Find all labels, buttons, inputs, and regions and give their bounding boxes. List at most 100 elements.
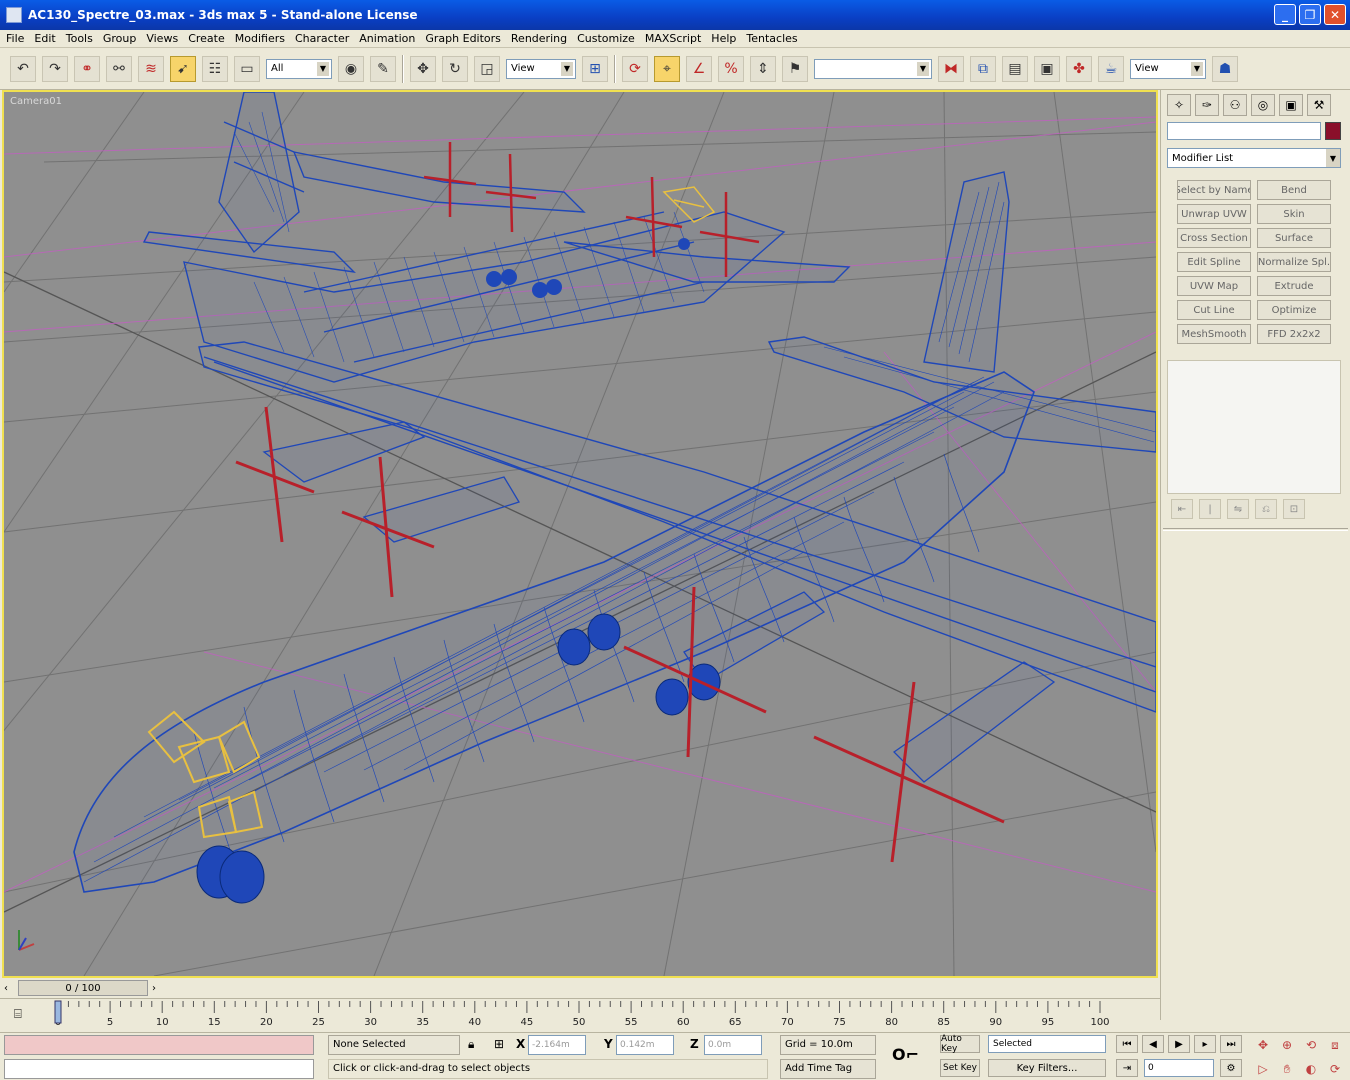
menu-maxscript[interactable]: MAXScript — [645, 32, 701, 45]
remove-modifier-icon[interactable]: ⎌ — [1255, 499, 1277, 519]
modifier-list-dropdown[interactable]: Modifier List ▼ — [1167, 148, 1341, 168]
next-frame-icon[interactable]: ▸ — [1194, 1035, 1216, 1053]
restore-button[interactable]: ❐ — [1299, 4, 1321, 25]
menu-tools[interactable]: Tools — [66, 32, 93, 45]
modifier-button[interactable]: Normalize Spl. — [1257, 252, 1331, 272]
viewport-label[interactable]: Camera01 — [10, 96, 62, 107]
menu-rendering[interactable]: Rendering — [511, 32, 567, 45]
window-crossing-icon[interactable]: ◉ — [338, 55, 364, 82]
chevron-left-icon[interactable]: ‹ — [4, 983, 8, 994]
menu-group[interactable]: Group — [103, 32, 137, 45]
current-time-marker[interactable] — [54, 1000, 62, 1024]
play-icon[interactable]: ▶ — [1168, 1035, 1190, 1053]
modifier-button[interactable]: UVW Map — [1177, 276, 1251, 296]
tab-create-icon[interactable]: ✧ — [1167, 94, 1191, 116]
tab-modify-icon[interactable]: ✑ — [1195, 94, 1219, 116]
menu-modifiers[interactable]: Modifiers — [235, 32, 285, 45]
object-name-field[interactable] — [1167, 122, 1321, 140]
key-mode-toggle-icon[interactable]: ⇥ — [1116, 1059, 1138, 1077]
angle-snap-icon[interactable]: ∠ — [686, 55, 712, 82]
current-frame-field[interactable]: 0 — [1144, 1059, 1214, 1077]
select-object-icon[interactable]: ➹ — [170, 55, 196, 82]
select-by-name-icon[interactable]: ☷ — [202, 55, 228, 82]
track-bar[interactable]: 0510152025303540455055606570758085909510… — [0, 998, 1160, 1032]
menu-customize[interactable]: Customize — [577, 32, 635, 45]
y-coord-field[interactable]: 0.142m — [616, 1035, 674, 1055]
time-slider[interactable]: 0 / 100 — [18, 980, 148, 996]
align-icon[interactable]: ⧉ — [970, 55, 996, 82]
menu-tentacles[interactable]: Tentacles — [746, 32, 797, 45]
quick-render-icon[interactable]: ☗ — [1212, 55, 1238, 82]
menu-character[interactable]: Character — [295, 32, 349, 45]
x-coord-field[interactable]: -2.164m — [528, 1035, 586, 1055]
absolute-mode-icon[interactable]: ⊞ — [494, 1037, 504, 1051]
add-time-tag[interactable]: Add Time Tag — [780, 1059, 876, 1079]
redo-icon[interactable]: ↷ — [42, 55, 68, 82]
render-scene-icon[interactable]: ☕ — [1098, 55, 1124, 82]
time-config-icon[interactable]: ⚙ — [1220, 1059, 1242, 1077]
modifier-button[interactable]: Extrude — [1257, 276, 1331, 296]
mini-curve-editor-icon[interactable]: ⌸ — [14, 1007, 22, 1022]
auto-key-button[interactable]: Auto Key — [940, 1034, 980, 1054]
render-type-dropdown[interactable]: View ▼ — [1130, 58, 1206, 79]
rect-selection-icon[interactable]: ▭ — [234, 55, 260, 82]
menu-animation[interactable]: Animation — [359, 32, 415, 45]
ref-coord-dropdown[interactable]: View ▼ — [506, 58, 576, 79]
undo-icon[interactable]: ↶ — [10, 55, 36, 82]
mirror-icon[interactable]: ⧓ — [938, 55, 964, 82]
set-key-button[interactable]: Set Key — [940, 1059, 980, 1077]
curve-editor-icon[interactable]: ▤ — [1002, 55, 1028, 82]
zoom-icon[interactable]: ✥ — [1252, 1035, 1274, 1055]
select-move-pivot-icon[interactable]: ✎ — [370, 55, 396, 82]
modifier-button[interactable]: Surface — [1257, 228, 1331, 248]
modifier-button[interactable]: Skin — [1257, 204, 1331, 224]
modifier-button[interactable]: MeshSmooth — [1177, 324, 1251, 344]
tab-hierarchy-icon[interactable]: ⚇ — [1223, 94, 1247, 116]
orbit-icon[interactable]: ⟲ — [1300, 1035, 1322, 1055]
go-to-start-icon[interactable]: ⏮ — [1116, 1035, 1138, 1053]
arc-rotate-icon[interactable]: ⟳ — [1324, 1059, 1346, 1079]
field-of-view-icon[interactable]: ▷ — [1252, 1059, 1274, 1079]
lock-selection-icon[interactable]: 🔒︎ — [468, 1037, 474, 1052]
menu-help[interactable]: Help — [711, 32, 736, 45]
material-editor-icon[interactable]: ✤ — [1066, 55, 1092, 82]
move-icon[interactable]: ✥ — [410, 55, 436, 82]
modifier-button[interactable]: Unwrap UVW — [1177, 204, 1251, 224]
viewport-camera[interactable]: Camera01 — [2, 90, 1158, 978]
minimize-button[interactable]: _ — [1274, 4, 1296, 25]
manipulate-icon[interactable]: ⟳ — [622, 55, 648, 82]
maxscript-listener-input[interactable] — [4, 1059, 314, 1079]
menu-create[interactable]: Create — [188, 32, 225, 45]
z-coord-field[interactable]: 0.0m — [704, 1035, 762, 1055]
selection-filter-dropdown[interactable]: All ▼ — [266, 58, 332, 79]
modifier-button[interactable]: FFD 2x2x2 — [1257, 324, 1331, 344]
modifier-button[interactable]: Cross Section — [1177, 228, 1251, 248]
edit-named-selection-icon[interactable]: ⚑ — [782, 55, 808, 82]
roll-icon[interactable]: ◐ — [1300, 1059, 1322, 1079]
show-end-result-icon[interactable]: | — [1199, 499, 1221, 519]
link-icon[interactable]: ⚭ — [74, 55, 100, 82]
close-button[interactable]: ✕ — [1324, 4, 1346, 25]
rotate-icon[interactable]: ↻ — [442, 55, 468, 82]
schematic-view-icon[interactable]: ▣ — [1034, 55, 1060, 82]
snap-toggle-icon[interactable]: ⌖ — [654, 55, 680, 82]
key-filters-button[interactable]: Key Filters... — [988, 1059, 1106, 1077]
maximize-viewport-icon[interactable]: ⧈ — [1324, 1035, 1346, 1055]
tab-motion-icon[interactable]: ◎ — [1251, 94, 1275, 116]
configure-sets-icon[interactable]: ⊡ — [1283, 499, 1305, 519]
modifier-button[interactable]: Select by Name — [1177, 180, 1251, 200]
make-unique-icon[interactable]: ⇋ — [1227, 499, 1249, 519]
set-key-icon[interactable]: O⌐ — [892, 1045, 919, 1064]
tab-utilities-icon[interactable]: ⚒ — [1307, 94, 1331, 116]
previous-frame-icon[interactable]: ◀ — [1142, 1035, 1164, 1053]
menu-edit[interactable]: Edit — [34, 32, 55, 45]
tab-display-icon[interactable]: ▣ — [1279, 94, 1303, 116]
menu-file[interactable]: File — [6, 32, 24, 45]
key-mode-dropdown[interactable]: Selected — [988, 1035, 1106, 1053]
menu-graph-editors[interactable]: Graph Editors — [425, 32, 501, 45]
pin-stack-icon[interactable]: ⇤ — [1171, 499, 1193, 519]
modifier-button[interactable]: Optimize — [1257, 300, 1331, 320]
spinner-snap-icon[interactable]: ⇕ — [750, 55, 776, 82]
unlink-icon[interactable]: ⚯ — [106, 55, 132, 82]
zoom-all-icon[interactable]: ⊕ — [1276, 1035, 1298, 1055]
